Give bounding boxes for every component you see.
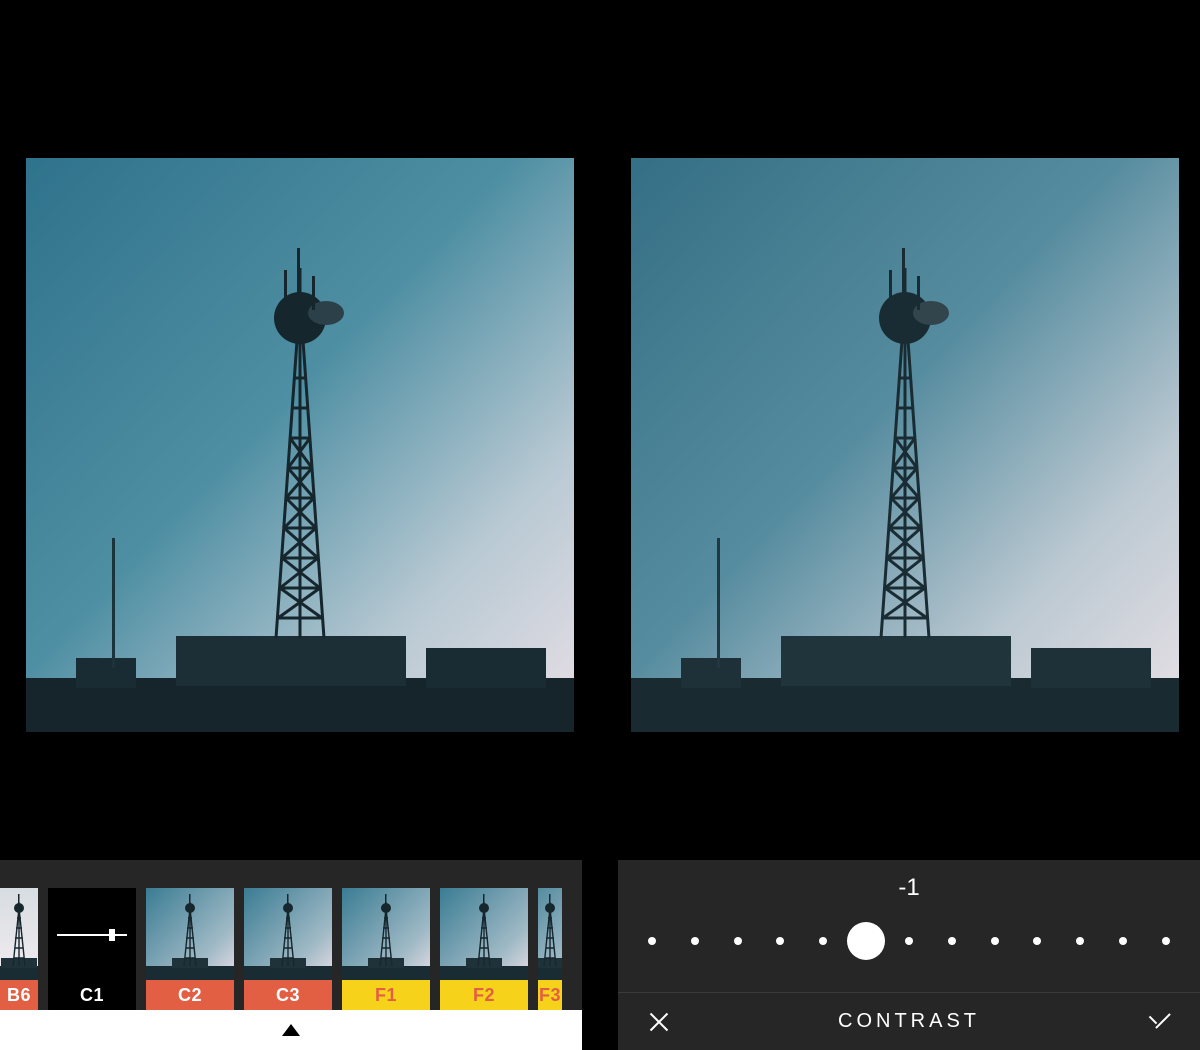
slider-tick	[1162, 937, 1170, 945]
slider-track[interactable]	[648, 936, 1170, 946]
slider-label: CONTRAST	[838, 1010, 980, 1033]
filter-thumb	[342, 888, 430, 980]
slider-icon	[57, 934, 127, 936]
filter-label: C1	[48, 980, 136, 1010]
tower-scene	[26, 158, 574, 732]
filter-preset-f3[interactable]: F3	[538, 888, 562, 1010]
slider-tick	[1033, 937, 1041, 945]
tower-scene	[631, 158, 1179, 732]
preview-panel-right	[600, 0, 1200, 750]
bottom-toolbars: B6 C1 C2 C3	[0, 860, 1200, 1050]
filter-preset-f2[interactable]: F2	[440, 888, 528, 1010]
filter-preset-c2[interactable]: C2	[146, 888, 234, 1010]
slider-value: -1	[618, 874, 1200, 902]
slider-tick	[819, 937, 827, 945]
filter-preset-b6[interactable]: B6	[0, 888, 38, 1010]
slider-tick	[776, 937, 784, 945]
close-icon[interactable]	[646, 1009, 672, 1035]
slider-tick	[905, 937, 913, 945]
filter-label: B6	[0, 980, 38, 1010]
filter-thumb	[244, 888, 332, 980]
filter-label: C2	[146, 980, 234, 1010]
filter-thumb	[146, 888, 234, 980]
filter-toolbar: B6 C1 C2 C3	[0, 860, 582, 1050]
caret-up-icon[interactable]	[282, 1024, 300, 1036]
filter-strip[interactable]: B6 C1 C2 C3	[0, 860, 582, 1010]
slider-footer: CONTRAST	[618, 992, 1200, 1050]
preview-panels	[0, 0, 1200, 750]
filter-label: F2	[440, 980, 528, 1010]
slider-tick	[991, 937, 999, 945]
slider-toolbar: -1 CONTRAST	[618, 860, 1200, 1050]
slider-tick	[691, 937, 699, 945]
slider-knob[interactable]	[847, 922, 885, 960]
preview-image-left[interactable]	[26, 158, 574, 732]
slider-tick	[1119, 937, 1127, 945]
preview-image-right[interactable]	[631, 158, 1179, 732]
check-icon[interactable]	[1146, 1009, 1172, 1035]
slider-tick	[734, 937, 742, 945]
filter-thumb	[0, 888, 38, 980]
filter-preset-f1[interactable]: F1	[342, 888, 430, 1010]
slider-area: -1	[618, 860, 1200, 990]
slider-tick	[1076, 937, 1084, 945]
filter-label: C3	[244, 980, 332, 1010]
filter-tabbar	[0, 1010, 582, 1050]
slider-tick	[648, 937, 656, 945]
filter-label: F3	[538, 980, 562, 1010]
filter-thumb	[538, 888, 562, 980]
slider-tick	[948, 937, 956, 945]
filter-preset-c1[interactable]: C1	[48, 888, 136, 1010]
filter-label: F1	[342, 980, 430, 1010]
filter-preset-c3[interactable]: C3	[244, 888, 332, 1010]
filter-thumb	[48, 888, 136, 980]
filter-thumb	[440, 888, 528, 980]
preview-panel-left	[0, 0, 600, 750]
